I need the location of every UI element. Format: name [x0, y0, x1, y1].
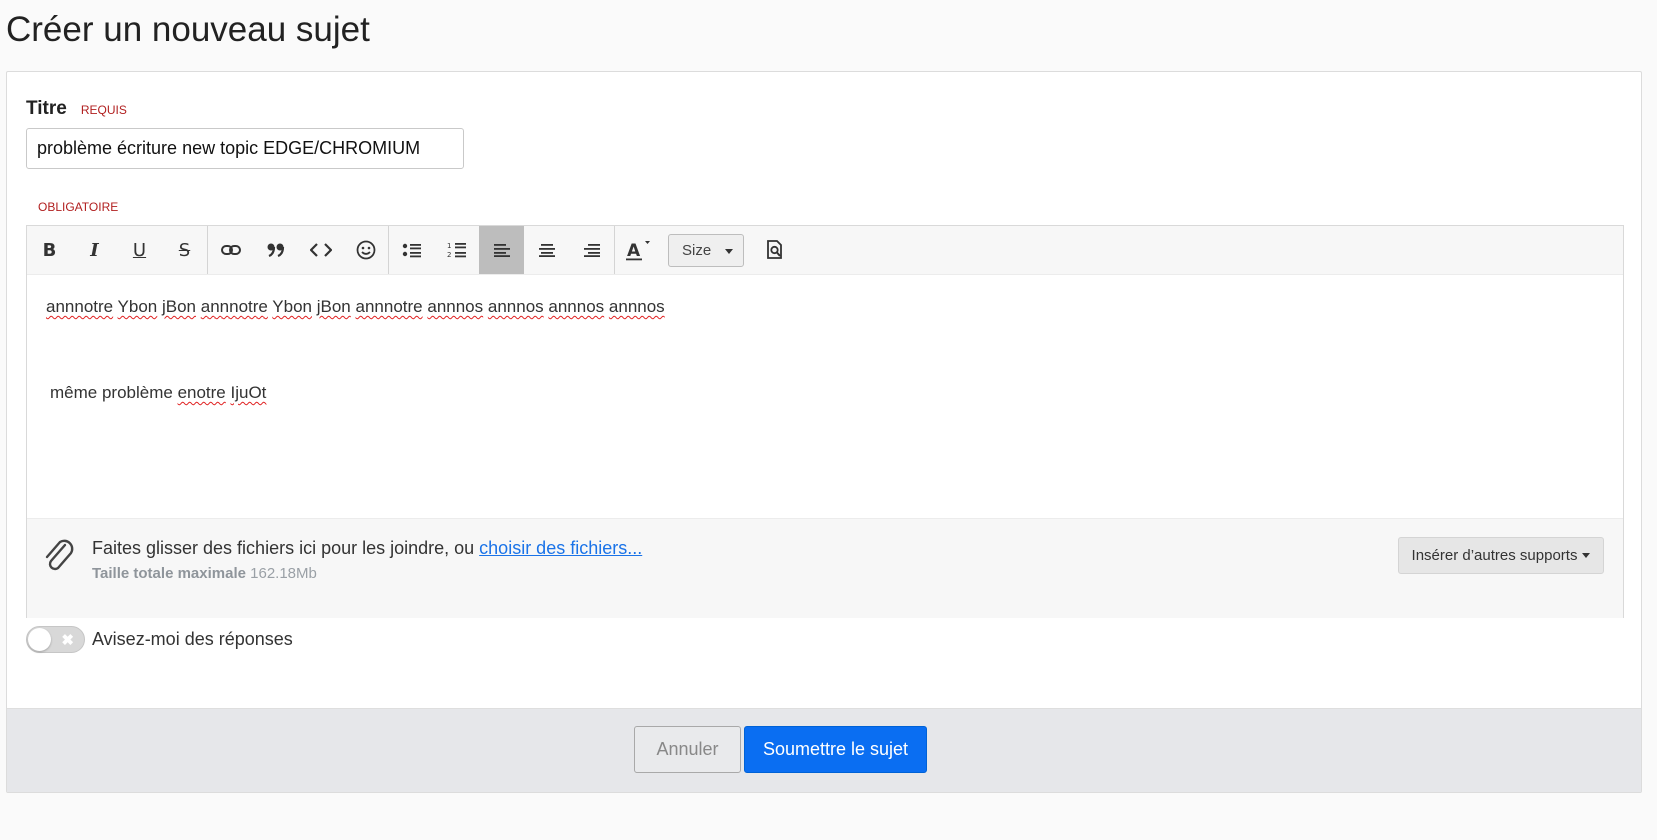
code-icon — [309, 243, 332, 257]
misspelled-word: annnos — [427, 297, 484, 316]
code-button[interactable] — [298, 226, 343, 274]
misspelled-word: annnos — [608, 297, 665, 316]
misspelled-word: jBon — [316, 297, 351, 316]
notify-replies-row: ✖ Avisez-moi des réponses — [26, 626, 293, 653]
editor-line-1: annnotre Ybon jBon annnotre Ybon jBon an… — [46, 295, 1604, 319]
title-required-badge: REQUIS — [80, 103, 127, 117]
new-topic-form: Titre REQUIS OBLIGATOIRE B I U S — [6, 71, 1642, 793]
misspelled-word: annnos — [548, 297, 605, 316]
insert-media-button[interactable]: Insérer d’autres supports — [1398, 537, 1604, 574]
underline-button[interactable]: U — [117, 226, 162, 274]
size-control: Size — [660, 226, 752, 274]
max-size-label: Taille totale maximale — [92, 565, 246, 582]
strikethrough-button[interactable]: S — [162, 226, 207, 274]
misspelled-word: annnos — [487, 297, 544, 316]
size-dropdown[interactable]: Size — [668, 233, 744, 267]
close-icon: ✖ — [61, 632, 74, 649]
notify-toggle[interactable]: ✖ — [26, 626, 85, 653]
format-group: B I U S — [27, 226, 208, 274]
editor-content[interactable]: annnotre Ybon jBon annnotre Ybon jBon an… — [27, 275, 1623, 525]
align-center-button[interactable] — [524, 226, 569, 274]
form-actions: Annuler Soumettre le sujet — [7, 708, 1641, 792]
editor-text: même problème — [50, 383, 178, 402]
style-group: A Size — [615, 226, 797, 274]
preview-icon — [766, 240, 782, 259]
emoji-button[interactable] — [343, 226, 388, 274]
misspelled-word: jBon — [161, 297, 197, 316]
misspelled-word: IjuOt — [230, 383, 267, 402]
link-icon — [220, 245, 241, 255]
max-size-value: 162.18Mb — [250, 565, 317, 582]
misspelled-word: annnotre — [355, 297, 423, 316]
bullet-list-button[interactable] — [389, 226, 434, 274]
bold-icon: B — [42, 239, 57, 261]
insert-group — [208, 226, 389, 274]
misspelled-word: Ybon — [117, 297, 158, 316]
italic-icon: I — [90, 239, 99, 261]
svg-text:A: A — [627, 241, 641, 261]
cancel-button[interactable]: Annuler — [634, 726, 741, 773]
underline-icon: U — [132, 239, 147, 261]
choose-files-link[interactable]: choisir des fichiers... — [479, 538, 642, 558]
align-center-icon — [538, 244, 555, 257]
align-left-button[interactable] — [479, 226, 524, 274]
link-button[interactable] — [208, 226, 253, 274]
submit-topic-button[interactable]: Soumettre le sujet — [744, 726, 927, 773]
numbered-list-icon: 1 2 — [447, 242, 466, 259]
svg-text:1: 1 — [447, 242, 451, 250]
misspelled-word: annnotre — [46, 297, 114, 316]
misspelled-word: annnotre — [200, 297, 268, 316]
toggle-knob — [28, 628, 51, 651]
bullet-list-icon — [402, 243, 421, 258]
attachment-instructions: Faites glisser des fichiers ici pour les… — [92, 538, 642, 559]
title-label: Titre — [26, 98, 67, 119]
preview-button[interactable] — [752, 226, 797, 274]
svg-text:2: 2 — [447, 251, 451, 259]
quote-icon — [267, 243, 284, 258]
quote-button[interactable] — [253, 226, 298, 274]
title-input[interactable] — [26, 128, 464, 169]
rich-text-editor: B I U S 1 2 A Size annnotre Ybon jBon an… — [26, 225, 1624, 618]
numbered-list-button[interactable]: 1 2 — [434, 226, 479, 274]
insert-media-label: Insérer d’autres supports — [1411, 547, 1578, 564]
chevron-down-icon — [725, 248, 733, 254]
max-size-info: Taille totale maximale 162.18Mb — [92, 565, 317, 582]
caret-down-icon — [1582, 553, 1591, 558]
paragraph-group: 1 2 — [389, 226, 615, 274]
attachment-dropzone[interactable]: Faites glisser des fichiers ici pour les… — [27, 518, 1623, 618]
align-right-icon — [583, 244, 600, 257]
text-color-icon: A — [625, 241, 650, 261]
title-label-row: Titre REQUIS — [26, 98, 127, 120]
align-left-icon — [493, 244, 510, 257]
align-right-button[interactable] — [569, 226, 614, 274]
paperclip-icon — [45, 539, 74, 571]
smiley-icon — [356, 240, 375, 260]
editor-line-2: même problème enotre IjuOt — [46, 381, 1604, 405]
misspelled-word: Ybon — [272, 297, 312, 316]
bold-button[interactable]: B — [27, 226, 72, 274]
text-color-button[interactable]: A — [615, 226, 660, 274]
strikethrough-icon: S — [178, 239, 191, 261]
page-title: Créer un nouveau sujet — [6, 10, 370, 49]
italic-button[interactable]: I — [72, 226, 117, 274]
misspelled-word: enotre — [177, 383, 226, 402]
drop-text: Faites glisser des fichiers ici pour les… — [92, 538, 480, 558]
notify-label: Avisez-moi des réponses — [92, 629, 293, 649]
body-required-badge: OBLIGATOIRE — [38, 200, 119, 214]
size-dropdown-label: Size — [682, 241, 712, 259]
editor-toolbar: B I U S 1 2 A Size — [27, 226, 1623, 275]
